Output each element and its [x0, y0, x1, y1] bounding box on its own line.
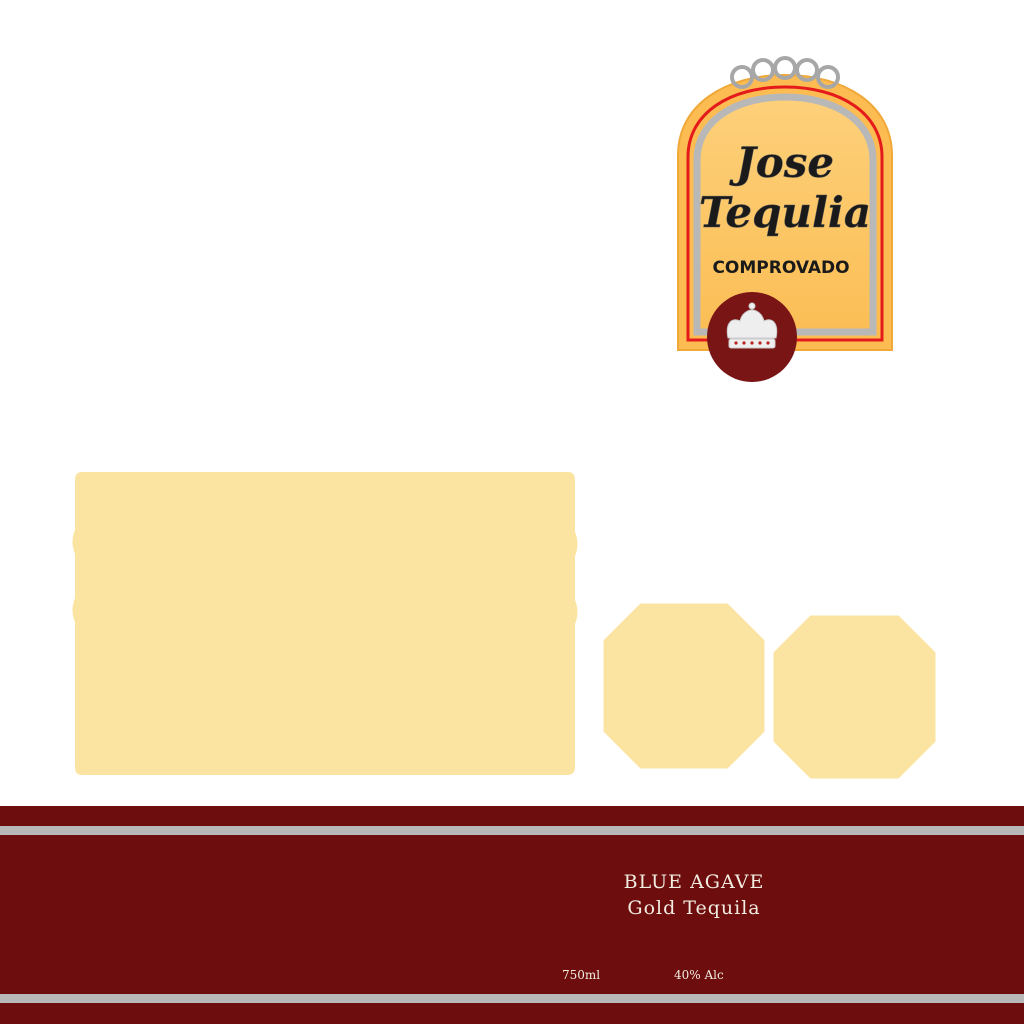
- silver-stripe: [0, 994, 1024, 1003]
- brand-logo: Jose Tequlia COMPROVADO: [677, 56, 893, 382]
- logo-line1: Jose: [729, 138, 834, 187]
- octagon-panel: [603, 603, 765, 769]
- octagon-panel: [773, 615, 936, 779]
- bottom-band: BLUE AGAVE Gold Tequila 750ml 40% Alc: [0, 806, 1024, 1024]
- abv-text: 40% Alc: [674, 968, 724, 982]
- logo-line2: Tequlia: [699, 188, 871, 237]
- product-line2: Gold Tequila: [627, 897, 761, 919]
- silver-stripe: [0, 826, 1024, 835]
- label-panel: [72, 472, 578, 775]
- logo-tagline: COMPROVADO: [712, 258, 849, 278]
- product-line1: BLUE AGAVE: [623, 871, 765, 893]
- volume-text: 750ml: [562, 968, 601, 982]
